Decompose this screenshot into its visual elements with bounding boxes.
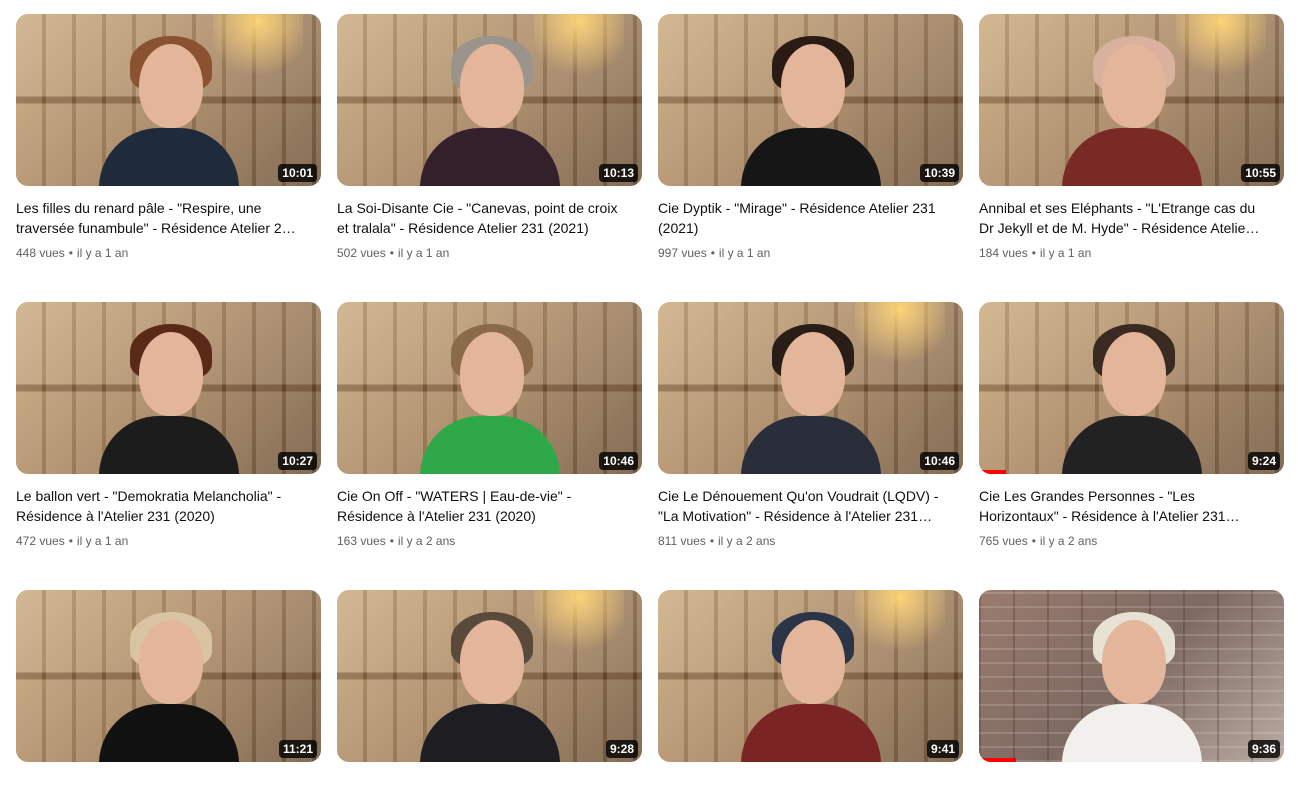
video-grid: 10:01 Les filles du renard pâle - "Respir…	[16, 14, 1284, 790]
video-thumbnail[interactable]: 10:46	[658, 302, 963, 474]
video-metadata: 765 vues • il y a 2 ans	[979, 532, 1284, 550]
thumbnail-portrait	[1057, 324, 1207, 474]
view-count: 448 vues	[16, 246, 65, 260]
video-card[interactable]: 10:01 Les filles du renard pâle - "Respir…	[16, 14, 321, 302]
video-thumbnail[interactable]: 11:21	[16, 590, 321, 762]
video-card[interactable]: 10:27 Le ballon vert - "Demokratia Melanc…	[16, 302, 321, 590]
separator-dot: •	[389, 246, 394, 260]
video-metadata: 811 vues • il y a 2 ans	[658, 532, 963, 550]
video-duration-badge: 9:41	[926, 740, 959, 758]
video-thumbnail[interactable]: 9:24	[979, 302, 1284, 474]
separator-dot: •	[1031, 534, 1036, 548]
upload-age: il y a 2 ans	[718, 534, 776, 548]
video-thumbnail[interactable]: 9:28	[337, 590, 642, 762]
view-count: 811 vues	[658, 534, 706, 548]
video-card[interactable]: 9:36	[979, 590, 1284, 790]
upload-age: il y a 1 an	[1039, 246, 1092, 260]
thumbnail-portrait	[736, 36, 886, 186]
watch-progress-bar	[979, 758, 1016, 762]
video-duration-badge: 10:46	[599, 452, 638, 470]
video-card[interactable]: 10:55 Annibal et ses Eléphants - "L'Etran…	[979, 14, 1284, 302]
thumbnail-portrait	[736, 612, 886, 762]
video-title[interactable]: Cie Le Dénouement Qu'on Voudrait (LQDV) …	[658, 486, 963, 526]
video-thumbnail[interactable]: 10:13	[337, 14, 642, 186]
upload-age: il y a 1 an	[397, 246, 450, 260]
video-metadata: 502 vues • il y a 1 an	[337, 244, 642, 262]
view-count: 184 vues	[979, 246, 1028, 260]
video-metadata: 997 vues • il y a 1 an	[658, 244, 963, 262]
thumbnail-portrait	[94, 36, 244, 186]
video-title[interactable]: Cie Les Grandes Personnes - "Les Horizon…	[979, 486, 1284, 526]
separator-dot: •	[68, 246, 73, 260]
separator-dot: •	[1031, 246, 1036, 260]
video-title[interactable]: Cie On Off - "WATERS | Eau-de-vie" - Rés…	[337, 486, 642, 526]
thumbnail-portrait	[415, 612, 565, 762]
thumbnail-portrait	[1057, 612, 1207, 762]
upload-age: il y a 1 an	[76, 534, 129, 548]
thumbnail-portrait	[1057, 36, 1207, 186]
video-duration-badge: 11:21	[278, 740, 317, 758]
video-thumbnail[interactable]: 10:01	[16, 14, 321, 186]
video-title[interactable]: Cie Dyptik - "Mirage" - Résidence Atelie…	[658, 198, 963, 238]
video-duration-badge: 10:39	[920, 164, 959, 182]
video-thumbnail[interactable]: 10:39	[658, 14, 963, 186]
video-card[interactable]: 10:46 Cie Le Dénouement Qu'on Voudrait (L…	[658, 302, 963, 590]
upload-age: il y a 1 an	[718, 246, 771, 260]
video-title[interactable]: Le ballon vert - "Demokratia Melancholia…	[16, 486, 321, 526]
video-card[interactable]: 10:46 Cie On Off - "WATERS | Eau-de-vie" …	[337, 302, 642, 590]
video-title[interactable]: La Soi-Disante Cie - "Canevas, point de …	[337, 198, 642, 238]
video-duration-badge: 10:13	[599, 164, 638, 182]
thumbnail-portrait	[415, 36, 565, 186]
video-duration-badge: 9:24	[1247, 452, 1280, 470]
video-card[interactable]: 10:13 La Soi-Disante Cie - "Canevas, poin…	[337, 14, 642, 302]
video-duration-badge: 10:01	[278, 164, 317, 182]
upload-age: il y a 1 an	[76, 246, 129, 260]
video-title[interactable]: Annibal et ses Eléphants - "L'Etrange ca…	[979, 198, 1284, 238]
thumbnail-portrait	[415, 324, 565, 474]
view-count: 765 vues	[979, 534, 1028, 548]
video-metadata: 472 vues • il y a 1 an	[16, 532, 321, 550]
upload-age: il y a 2 ans	[397, 534, 456, 548]
video-card[interactable]: 9:41	[658, 590, 963, 790]
video-duration-badge: 9:36	[1247, 740, 1280, 758]
video-duration-badge: 10:27	[278, 452, 317, 470]
video-metadata: 448 vues • il y a 1 an	[16, 244, 321, 262]
video-card[interactable]: 11:21	[16, 590, 321, 790]
video-thumbnail[interactable]: 9:41	[658, 590, 963, 762]
upload-age: il y a 2 ans	[1039, 534, 1098, 548]
video-duration-badge: 10:46	[920, 452, 959, 470]
video-metadata: 163 vues • il y a 2 ans	[337, 532, 642, 550]
video-card[interactable]: 9:28	[337, 590, 642, 790]
video-metadata: 184 vues • il y a 1 an	[979, 244, 1284, 262]
video-thumbnail[interactable]: 10:55	[979, 14, 1284, 186]
view-count: 472 vues	[16, 534, 65, 548]
video-thumbnail[interactable]: 10:27	[16, 302, 321, 474]
video-duration-badge: 10:55	[1241, 164, 1280, 182]
thumbnail-portrait	[94, 612, 244, 762]
video-thumbnail[interactable]: 10:46	[337, 302, 642, 474]
separator-dot: •	[389, 534, 394, 548]
separator-dot: •	[710, 246, 715, 260]
view-count: 163 vues	[337, 534, 386, 548]
thumbnail-portrait	[94, 324, 244, 474]
video-thumbnail[interactable]: 9:36	[979, 590, 1284, 762]
thumbnail-portrait	[736, 324, 886, 474]
view-count: 997 vues	[658, 246, 707, 260]
view-count: 502 vues	[337, 246, 386, 260]
video-title[interactable]: Les filles du renard pâle - "Respire, un…	[16, 198, 321, 238]
video-card[interactable]: 10:39 Cie Dyptik - "Mirage" - Résidence A…	[658, 14, 963, 302]
separator-dot: •	[68, 534, 73, 548]
video-card[interactable]: 9:24 Cie Les Grandes Personnes - "Les Hor…	[979, 302, 1284, 590]
separator-dot: •	[709, 534, 715, 548]
video-duration-badge: 9:28	[605, 740, 638, 758]
watch-progress-bar	[979, 470, 1007, 474]
